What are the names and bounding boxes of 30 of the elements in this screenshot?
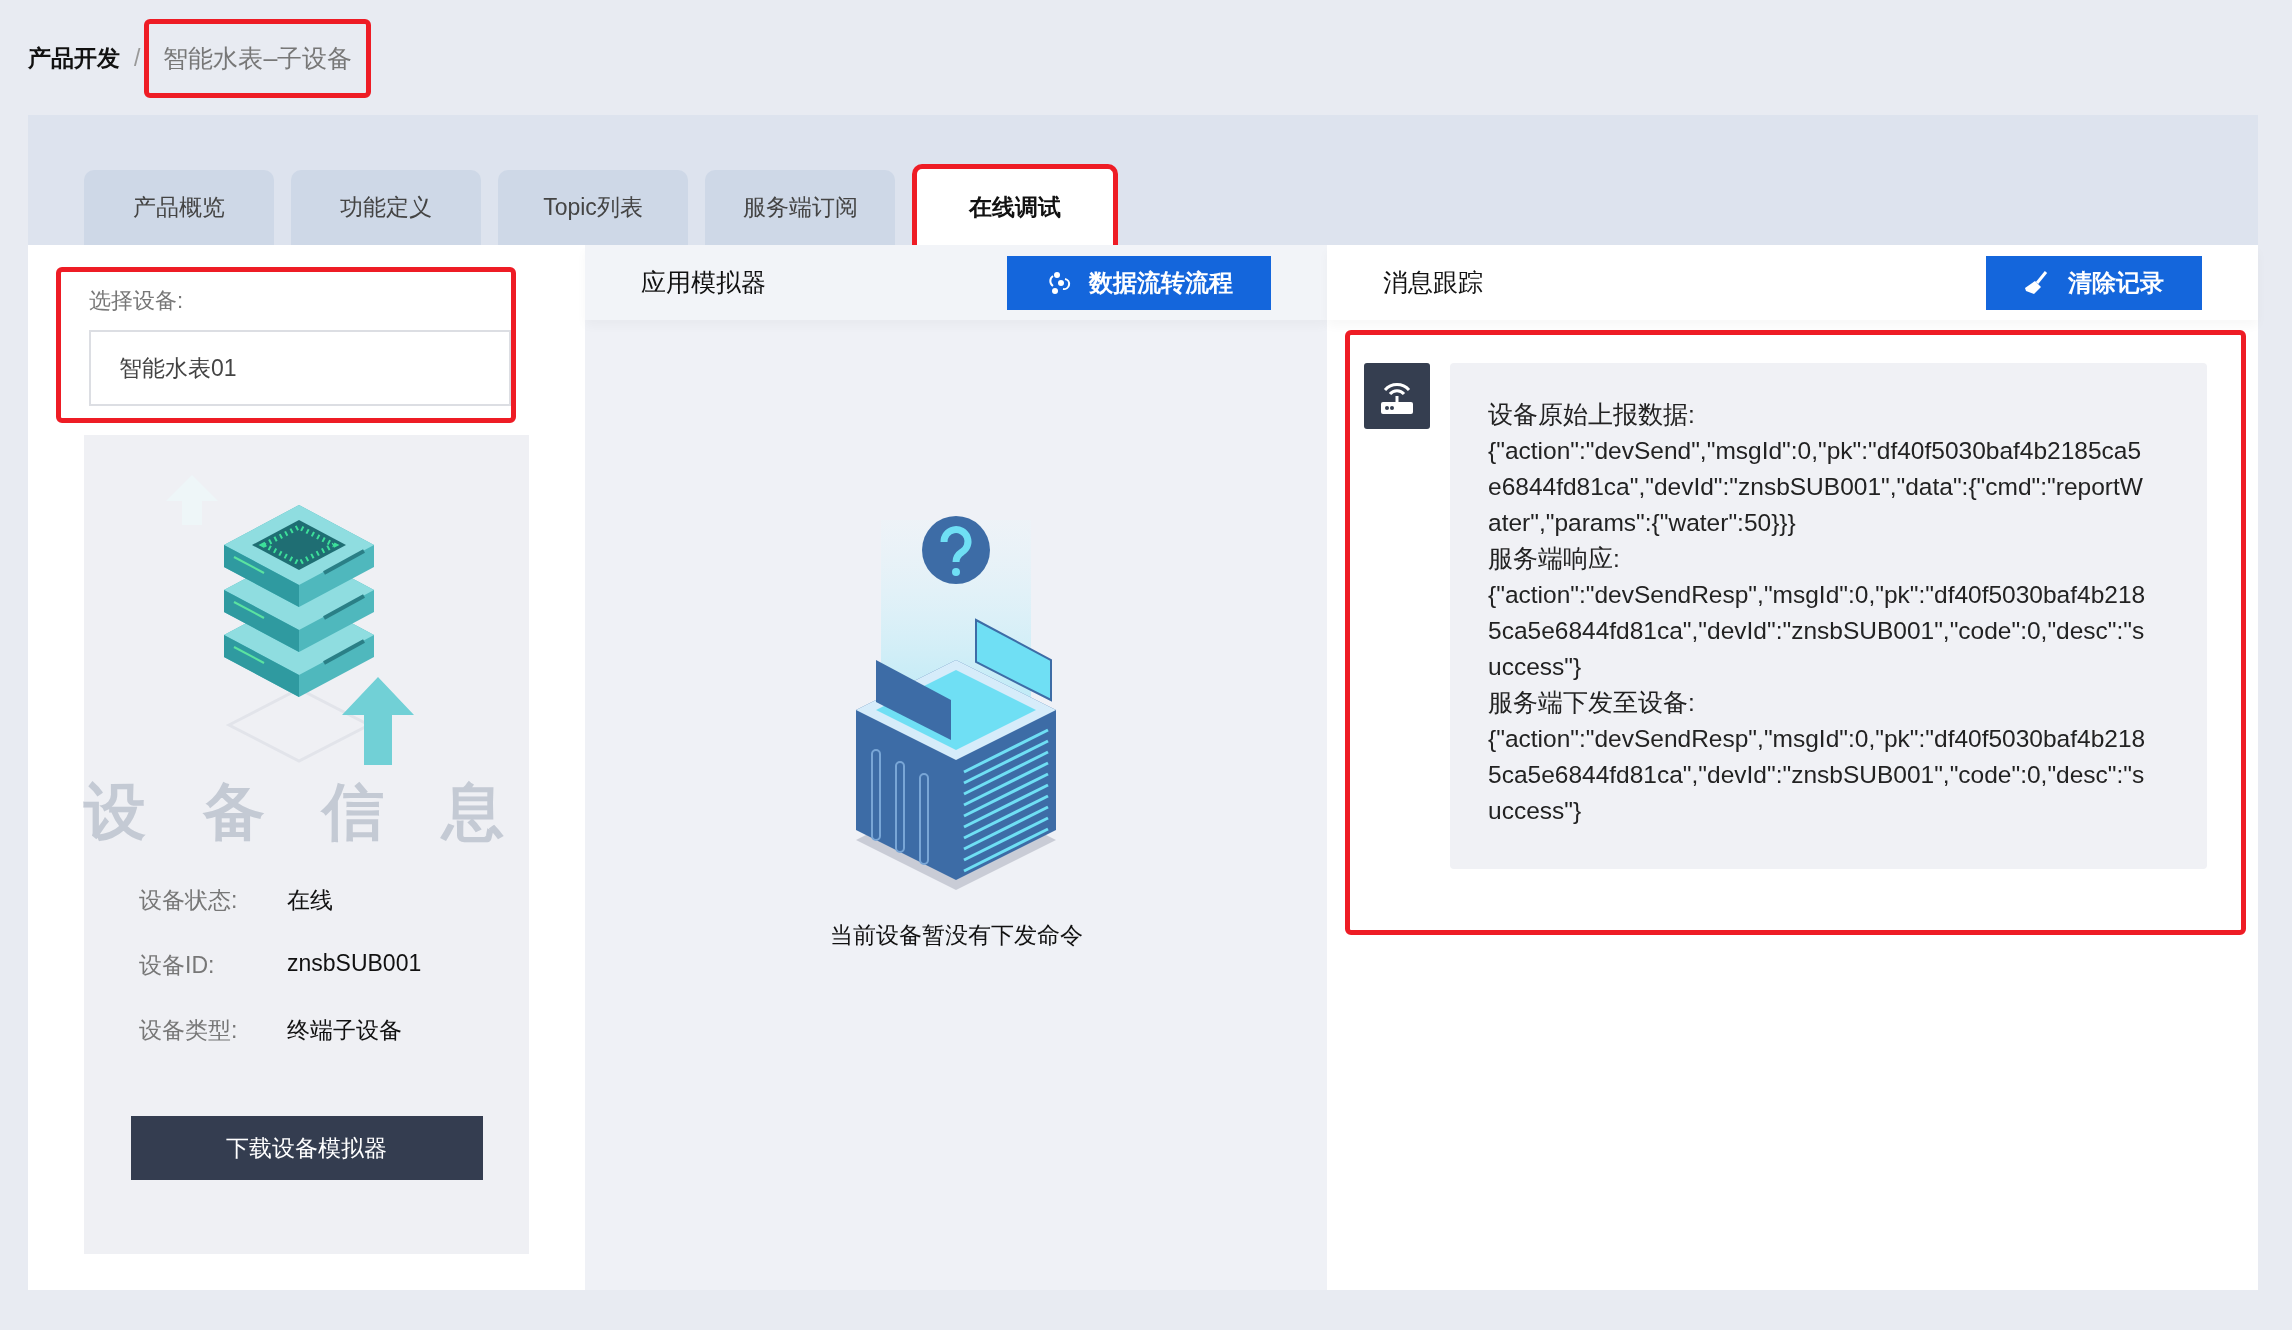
info-value: 在线 xyxy=(287,886,333,915)
message-label: 服务端下发至设备: xyxy=(1488,688,1696,718)
field-label: 选择设备: xyxy=(89,287,185,315)
clear-button[interactable]: 清除记录 xyxy=(1986,255,2202,310)
message-body: {"action":"devSendResp","msgId":0,"pk":"df40f5030baf4b2185ca5e6844fd81ca","devId":"znsbSUB001","code":0,"desc":"success"} xyxy=(1488,724,2147,826)
panel-title: 应用模拟器 xyxy=(641,267,766,298)
device-select[interactable]: 智能水表01 xyxy=(89,330,511,406)
router-icon xyxy=(1364,363,1430,429)
breadcrumb-current: 智能水表–子设备 xyxy=(144,18,372,98)
info-value: znsbSUB001 xyxy=(287,950,422,978)
panel-title: 消息跟踪 xyxy=(1383,267,1483,298)
breadcrumb-root[interactable]: 产品开发 xyxy=(28,42,120,74)
tab[interactable]: 产品概览 xyxy=(84,170,274,245)
message-label: 设备原始上报数据: xyxy=(1488,400,1696,430)
tab[interactable]: 服务端订阅 xyxy=(705,170,895,245)
download-button[interactable]: 下载设备模拟器 xyxy=(130,1116,483,1180)
tab[interactable]: Topic列表 xyxy=(498,170,688,245)
info-label: 设备状态: xyxy=(139,886,239,915)
message-body: {"action":"devSendResp","msgId":0,"pk":"df40f5030baf4b2185ca5e6844fd81ca","devId":"znsbSUB001","code":0,"desc":"success"} xyxy=(1488,580,2147,682)
message-body: {"action":"devSend","msgId":0,"pk":"df40f5030baf4b2185ca5e6844fd81ca","devId":"znsbSUB001","data":{"cmd":"reportWater","params":{"water":50}}} xyxy=(1488,436,2144,538)
info-value: 终端子设备 xyxy=(287,1016,402,1045)
breadcrumb-separator: / xyxy=(134,44,141,72)
info-label: 设备ID: xyxy=(139,951,216,980)
message-label: 服务端响应: xyxy=(1488,544,1621,574)
tab[interactable]: 功能定义 xyxy=(291,170,481,245)
info-label: 设备类型: xyxy=(139,1016,239,1045)
broom-icon xyxy=(2024,269,2050,296)
flow-button[interactable]: 数据流转流程 xyxy=(1007,255,1271,310)
tab[interactable]: 在线调试 xyxy=(912,164,1118,245)
empty-message: 当前设备暂没有下发命令 xyxy=(829,921,1083,950)
